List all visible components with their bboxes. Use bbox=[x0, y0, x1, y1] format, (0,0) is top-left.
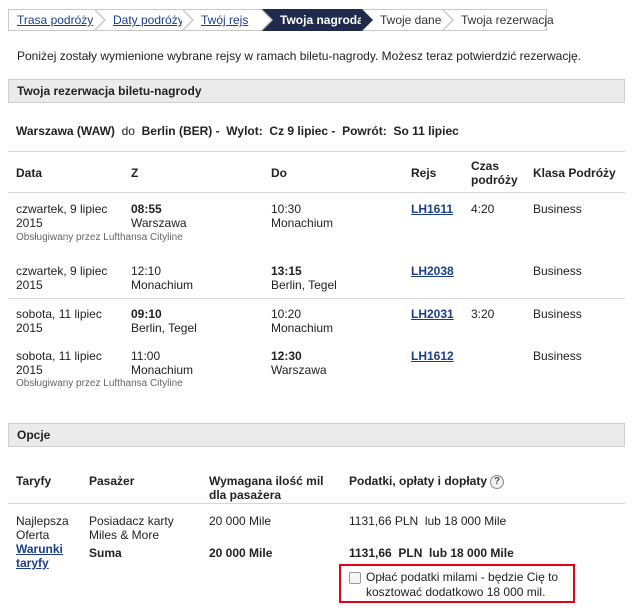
flight-2-dep-city: Monachium bbox=[131, 278, 194, 292]
flight-1-duration: 4:20 bbox=[471, 202, 495, 216]
col-miles-required: Wymagana ilość mil dla pasażera bbox=[209, 474, 324, 502]
col-date: Data bbox=[16, 166, 43, 180]
step-dates[interactable]: Daty podróży bbox=[95, 9, 194, 31]
flight-1-number-link[interactable]: LH1611 bbox=[411, 202, 453, 216]
divider bbox=[8, 192, 625, 193]
flight-1-class: Business bbox=[533, 202, 582, 216]
flight-4-dep-time: 11:00 bbox=[131, 349, 161, 363]
flight-3-class: Business bbox=[533, 307, 582, 321]
flight-3-date: sobota, 11 lipiec 2015 bbox=[16, 307, 102, 335]
step-reservation-label: Twoja rezerwacja bbox=[461, 13, 554, 27]
col-class: Klasa Podróży bbox=[533, 166, 616, 180]
help-icon[interactable]: ? bbox=[490, 474, 505, 489]
flight-4-class: Business bbox=[533, 349, 582, 363]
flight-1-date: czwartek, 9 lipiec 2015 bbox=[16, 202, 108, 230]
miles-required-value: 20 000 Mile bbox=[209, 514, 272, 528]
flight-3-dep-time: 09:10 bbox=[131, 307, 162, 321]
sum-miles: 20 000 Mile bbox=[209, 546, 273, 560]
route-to-word: do bbox=[121, 124, 135, 138]
fare-rules-link[interactable]: Warunki taryfy bbox=[16, 542, 76, 570]
sum-taxes: 1131,66 PLN lub 18 000 Mile bbox=[349, 546, 514, 560]
step-flight[interactable]: Twój rejs bbox=[183, 9, 273, 31]
flight-2-number-link[interactable]: LH2038 bbox=[411, 264, 454, 278]
reservation-section-heading: Twoja rezerwacja biletu-nagrody bbox=[8, 79, 625, 103]
flight-2-arr-time: 13:15 bbox=[271, 264, 302, 278]
step-details: Twoje dane bbox=[362, 9, 454, 31]
flight-3-dep-city: Berlin, Tegel bbox=[131, 321, 197, 335]
return-label: Powrót: bbox=[342, 124, 387, 138]
flight-2-class: Business bbox=[533, 264, 582, 278]
flight-1-dep-city: Warszawa bbox=[131, 216, 187, 230]
route-destination: Berlin (BER) bbox=[141, 124, 213, 138]
departure-date: Cz 9 lipiec bbox=[269, 124, 329, 138]
col-from: Z bbox=[131, 166, 139, 180]
flight-4-dep-city: Monachium bbox=[131, 363, 194, 377]
pay-with-miles-label[interactable]: Opłać podatki milami - będzie Cię to kos… bbox=[366, 570, 571, 600]
step-route-label[interactable]: Trasa podróży bbox=[17, 10, 93, 30]
flight-4-arr-time: 12:30 bbox=[271, 349, 302, 363]
flight-3-arr-city: Monachium bbox=[271, 321, 334, 335]
col-taxes-label: Podatki, opłaty i dopłaty bbox=[349, 474, 488, 488]
flight-1-dep-time: 08:55 bbox=[131, 202, 162, 216]
flight-2-dep-time: 12:10 bbox=[131, 264, 162, 278]
step-award: Twoja nagroda bbox=[262, 9, 373, 31]
col-passenger: Pasażer bbox=[89, 474, 135, 488]
flight-2-date: czwartek, 9 lipiec 2015 bbox=[16, 264, 108, 292]
col-taxes: Podatki, opłaty i dopłaty? bbox=[349, 474, 505, 489]
flight-4-operator: Obsługiwany przez Lufthansa Cityline bbox=[16, 378, 183, 389]
flight-4-arr-city: Warszawa bbox=[271, 363, 327, 377]
flight-2-arr-city: Berlin, Tegel bbox=[271, 278, 337, 292]
flight-3-arr-time: 10:20 bbox=[271, 307, 302, 321]
options-section-heading: Opcje bbox=[8, 423, 625, 447]
flight-1-arr-city: Monachium bbox=[271, 216, 334, 230]
sum-label: Suma bbox=[89, 546, 122, 560]
flight-1-arr-time: 10:30 bbox=[271, 202, 302, 216]
flight-3-duration: 3:20 bbox=[471, 307, 495, 321]
pay-with-miles-checkbox[interactable] bbox=[349, 572, 361, 584]
route-summary: Warszawa (WAW) do Berlin (BER) - Wylot: … bbox=[16, 124, 459, 138]
step-award-label: Twoja nagroda bbox=[280, 13, 364, 27]
flight-4-number-link[interactable]: LH1612 bbox=[411, 349, 454, 363]
step-dates-label[interactable]: Daty podróży bbox=[113, 10, 184, 30]
col-fares: Taryfy bbox=[16, 474, 52, 488]
step-reservation: Twoja rezerwacja bbox=[443, 9, 554, 31]
flight-3-number-link[interactable]: LH2031 bbox=[411, 307, 454, 321]
booking-steps-breadcrumb: Trasa podróży Daty podróży Twój rejs Two… bbox=[8, 9, 554, 31]
return-date: So 11 lipiec bbox=[393, 124, 459, 138]
departure-label: Wylot: bbox=[226, 124, 263, 138]
route-origin: Warszawa (WAW) bbox=[16, 124, 115, 138]
step-details-label: Twoje dane bbox=[380, 13, 442, 27]
col-duration: Czas podróży bbox=[471, 159, 518, 187]
step-route[interactable]: Trasa podróży bbox=[8, 9, 106, 31]
taxes-value: 1131,66 PLN lub 18 000 Mile bbox=[349, 514, 507, 528]
fare-name: Najlepsza Oferta bbox=[16, 514, 69, 542]
col-flight: Rejs bbox=[411, 166, 437, 180]
flight-4-date: sobota, 11 lipiec 2015 bbox=[16, 349, 102, 377]
flight-1-operator: Obsługiwany przez Lufthansa Cityline bbox=[16, 232, 183, 243]
col-to: Do bbox=[271, 166, 287, 180]
step-flight-label[interactable]: Twój rejs bbox=[201, 10, 248, 30]
divider bbox=[8, 503, 625, 504]
divider bbox=[8, 151, 625, 152]
passenger-type: Posiadacz karty Miles & More bbox=[89, 514, 174, 542]
divider bbox=[8, 298, 625, 299]
intro-text: Poniżej zostały wymienione wybrane rejsy… bbox=[17, 49, 582, 63]
